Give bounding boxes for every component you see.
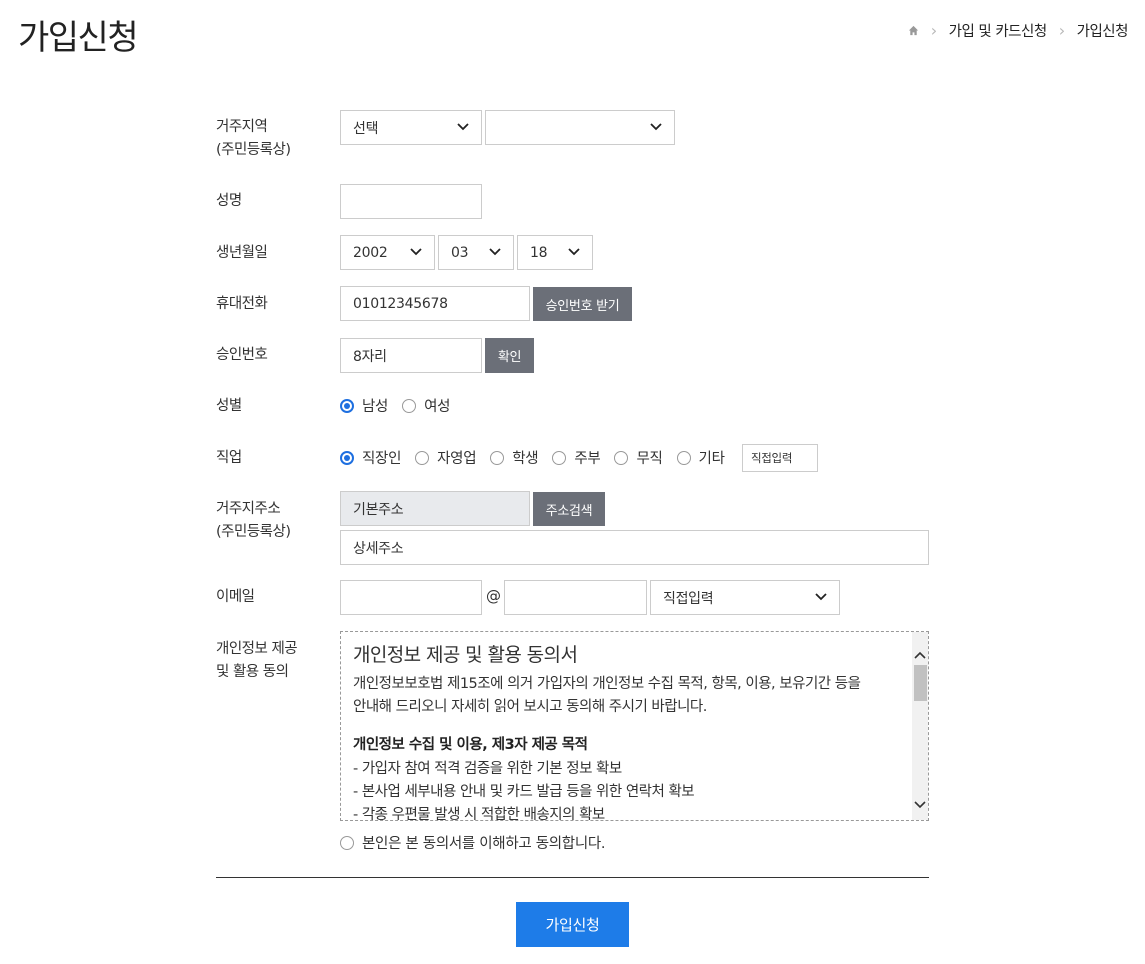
phone-input[interactable]: 01012345678 — [340, 286, 530, 321]
radio-icon[interactable] — [614, 450, 629, 465]
consent-list-item: - 각종 우편물 발생 시 적합한 배송지의 확보 — [353, 807, 605, 821]
radio-selected-icon[interactable] — [340, 398, 354, 413]
consent-list-item: - 본사업 세부내용 안내 및 카드 발급 등을 위한 연락처 확보 — [353, 784, 695, 800]
gender-option-male[interactable]: 남성 — [340, 395, 388, 416]
gender-option-female[interactable]: 여성 — [402, 395, 450, 416]
chevron-down-icon — [457, 122, 469, 133]
email-label: 이메일 — [216, 589, 255, 605]
birth-year-select[interactable]: 2002 — [340, 235, 435, 270]
consent-list-item: - 가입자 참여 적격 검증을 위한 기본 정보 확보 — [353, 761, 622, 777]
job-other-input[interactable]: 직접입력 — [742, 444, 818, 472]
scroll-down-icon[interactable] — [914, 794, 926, 809]
job-option-employee[interactable]: 직장인 — [340, 447, 401, 468]
consent-agree[interactable]: 본인은 본 동의서를 이해하고 동의합니다. — [340, 832, 606, 853]
birth-day-select[interactable]: 18 — [517, 235, 593, 270]
radio-icon[interactable] — [415, 450, 430, 465]
chevron-right-icon: › — [930, 20, 937, 40]
chevron-down-icon — [650, 122, 662, 133]
auth-label: 승인번호 — [216, 347, 268, 363]
consent-intro: 개인정보보호법 제15조에 의거 가입자의 개인정보 수집 목적, 항목, 이용… — [353, 676, 861, 715]
home-icon[interactable] — [908, 25, 919, 36]
consent-textbox[interactable]: 개인정보 제공 및 활용 동의서 개인정보보호법 제15조에 의거 가입자의 개… — [340, 631, 929, 821]
address-label: 거주지주소 (주민등록상) — [216, 501, 291, 540]
divider — [216, 877, 929, 878]
region-label: 거주지역 (주민등록상) — [216, 119, 291, 158]
chevron-down-icon — [815, 592, 827, 603]
chevron-down-icon — [568, 247, 580, 258]
chevron-down-icon — [410, 247, 422, 258]
birth-label: 생년월일 — [216, 245, 268, 261]
scroll-up-icon[interactable] — [914, 644, 926, 659]
job-option-unemployed[interactable]: 무직 — [614, 447, 663, 468]
consent-label: 개인정보 제공 및 활용 동의 — [216, 641, 298, 680]
radio-icon[interactable] — [552, 450, 567, 465]
detail-address-input[interactable]: 상세주소 — [340, 530, 929, 565]
consent-section-title: 개인정보 수집 및 이용, 제3자 제공 목적 — [353, 737, 588, 753]
gender-label: 성별 — [216, 398, 242, 414]
chevron-right-icon: › — [1058, 20, 1065, 40]
breadcrumb-item-current: 가입신청 — [1076, 24, 1129, 40]
job-option-other[interactable]: 기타 — [676, 447, 725, 468]
radio-icon[interactable] — [676, 450, 691, 465]
chevron-down-icon — [489, 247, 501, 258]
page-title: 가입신청 — [18, 18, 139, 58]
name-label: 성명 — [216, 193, 242, 209]
scrollbar-thumb[interactable] — [914, 665, 927, 701]
email-domain-select[interactable]: 직접입력 — [650, 580, 840, 615]
job-option-homemaker[interactable]: 주부 — [552, 447, 601, 468]
at-sign: @ — [486, 587, 501, 605]
email-domain-input[interactable] — [504, 580, 647, 615]
scrollbar[interactable] — [912, 632, 928, 820]
job-radio-group: 직장인 자영업 학생 주부 무직 기타 — [340, 447, 739, 468]
auth-code-input[interactable]: 8자리 — [340, 338, 482, 373]
job-option-self-employed[interactable]: 자영업 — [415, 447, 477, 468]
radio-icon[interactable] — [340, 835, 354, 850]
submit-button[interactable]: 가입신청 — [516, 902, 629, 947]
job-option-student[interactable]: 학생 — [490, 447, 539, 468]
region-select-1[interactable]: 선택 — [340, 110, 482, 145]
region-select-2[interactable] — [485, 110, 675, 145]
breadcrumb: › 가입 및 카드신청 › 가입신청 — [908, 20, 1129, 41]
consent-title: 개인정보 제공 및 활용 동의서 — [353, 644, 578, 666]
radio-icon[interactable] — [490, 450, 505, 465]
base-address-input[interactable]: 기본주소 — [340, 491, 530, 526]
address-search-button[interactable]: 주소검색 — [533, 492, 605, 526]
name-input[interactable] — [340, 184, 482, 219]
email-local-input[interactable] — [340, 580, 482, 615]
phone-label: 휴대전화 — [216, 296, 268, 312]
birth-month-select[interactable]: 03 — [438, 235, 514, 270]
radio-selected-icon[interactable] — [340, 450, 354, 465]
job-label: 직업 — [216, 450, 242, 466]
gender-radio-group: 남성 여성 — [340, 395, 464, 416]
breadcrumb-item[interactable]: 가입 및 카드신청 — [949, 20, 1048, 41]
radio-icon[interactable] — [402, 398, 417, 413]
confirm-button[interactable]: 확인 — [485, 338, 534, 373]
request-auth-button[interactable]: 승인번호 받기 — [533, 287, 632, 321]
